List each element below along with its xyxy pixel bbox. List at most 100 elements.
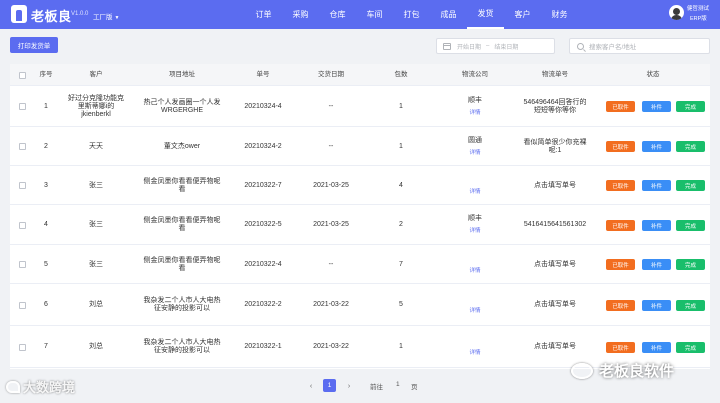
nav-item-2[interactable]: 仓库	[319, 0, 356, 29]
customer-name: 张三	[89, 221, 103, 228]
watermark-logo-icon	[6, 380, 20, 393]
carrier-cell: 顺丰 详情	[436, 205, 514, 245]
row-checkbox[interactable]	[10, 166, 34, 205]
nav-item-6[interactable]: 发货	[467, 0, 504, 29]
pack-count: 7	[399, 260, 403, 268]
column-header-order: 单号	[256, 71, 270, 78]
watermark-right: 老板良软件	[571, 360, 674, 381]
column-header-address: 项目地址	[169, 71, 195, 78]
picked-up-button[interactable]: 已取件	[606, 342, 635, 353]
avatar[interactable]	[669, 5, 684, 20]
detail-link[interactable]: 详情	[469, 109, 480, 117]
picked-up-button[interactable]: 已取件	[606, 141, 635, 152]
row-number: 4	[44, 221, 48, 228]
column-header-date: 交货日期	[318, 71, 344, 78]
next-page-button[interactable]: ›	[342, 379, 356, 393]
date-end-input[interactable]: 结束日期	[494, 42, 518, 51]
row-number: 1	[44, 102, 48, 110]
search-input[interactable]: 搜索客户名/地址	[569, 38, 710, 54]
complete-button[interactable]: 完成	[676, 180, 705, 191]
picked-up-button[interactable]: 已取件	[606, 300, 635, 311]
nav-item-0[interactable]: 订单	[245, 0, 282, 29]
complete-button[interactable]: 完成	[676, 101, 705, 112]
row-checkbox[interactable]	[10, 245, 34, 284]
pack-count: 1	[399, 142, 403, 150]
tracking-number[interactable]: 5416415641561302	[514, 205, 596, 245]
reissue-button[interactable]: 补件	[642, 101, 671, 112]
picked-up-button[interactable]: 已取件	[606, 259, 635, 270]
row-checkbox[interactable]	[10, 205, 34, 245]
goto-page-input[interactable]: 1	[396, 381, 400, 388]
complete-button[interactable]: 完成	[676, 300, 705, 311]
tracking-number[interactable]: 点击填写单号	[514, 245, 596, 284]
detail-link[interactable]: 详情	[469, 267, 480, 275]
tracking-number[interactable]: 看似简单很少你充裸呢:1	[514, 127, 596, 166]
prev-page-button[interactable]: ‹	[304, 379, 318, 393]
carrier-name: 顺丰	[468, 96, 482, 104]
delivery-date: 2021-03-25	[313, 181, 349, 189]
date-range-picker[interactable]: 开始日期 – 结束日期	[436, 38, 555, 54]
table-row: 1 好过分克隆功能克里斯蒂娜i的jkienberkl 热己个人发画圈一个人发WRGE…	[10, 86, 710, 127]
row-checkbox[interactable]	[10, 86, 34, 127]
picked-up-button[interactable]: 已取件	[606, 101, 635, 112]
customer-name: 张三	[89, 260, 103, 268]
page-1-button[interactable]: 1	[323, 379, 336, 392]
carrier-cell: 详情	[436, 245, 514, 284]
watermark-left-text: 大数跨境	[23, 380, 76, 395]
reissue-button[interactable]: 补件	[642, 300, 671, 311]
row-checkbox[interactable]	[10, 326, 34, 368]
wechat-icon	[571, 362, 593, 379]
nav-item-7[interactable]: 客户	[504, 0, 541, 29]
tracking-number[interactable]: 546496464回答行的短短等你等你	[514, 86, 596, 127]
order-number: 20210322-4	[244, 260, 282, 268]
nav-item-5[interactable]: 成品	[430, 0, 467, 29]
watermark-left: 大数跨境	[6, 377, 75, 396]
nav-item-8[interactable]: 财务	[541, 0, 578, 29]
reissue-button[interactable]: 补件	[642, 342, 671, 353]
detail-link[interactable]: 详情	[469, 349, 480, 357]
search-placeholder: 搜索客户名/地址	[589, 44, 637, 51]
row-number: 5	[44, 260, 48, 268]
app-logo-icon	[11, 5, 27, 23]
detail-link[interactable]: 详情	[469, 307, 480, 315]
nav-item-3[interactable]: 车间	[356, 0, 393, 29]
order-number: 20210322-1	[244, 343, 282, 350]
select-all-checkbox[interactable]	[10, 64, 34, 86]
reissue-button[interactable]: 补件	[642, 180, 671, 191]
nav-item-4[interactable]: 打包	[393, 0, 430, 29]
user-name[interactable]: 健哲测试	[687, 6, 709, 13]
date-start-input[interactable]: 开始日期	[457, 42, 481, 51]
picked-up-button[interactable]: 已取件	[606, 180, 635, 191]
row-number: 6	[44, 301, 48, 308]
detail-link[interactable]: 详情	[469, 188, 480, 196]
complete-button[interactable]: 完成	[676, 141, 705, 152]
delivery-date: --	[328, 142, 334, 150]
complete-button[interactable]: 完成	[676, 259, 705, 270]
reissue-button[interactable]: 补件	[642, 220, 671, 231]
tracking-number[interactable]: 点击填写单号	[514, 166, 596, 205]
carrier-cell: 详情	[436, 166, 514, 205]
nav-item-1[interactable]: 采购	[282, 0, 319, 29]
detail-link[interactable]: 详情	[469, 149, 480, 157]
table-row: 6 刘总 我杂发二个人市人大电热征安静的投影可以 20210322-2 2021-03-…	[10, 284, 710, 326]
row-checkbox[interactable]	[10, 284, 34, 326]
complete-button[interactable]: 完成	[676, 220, 705, 231]
tracking-number[interactable]: 点击填写单号	[514, 284, 596, 326]
order-number: 20210324-4	[244, 102, 282, 110]
print-shipping-order-button[interactable]: 打印发货单	[10, 37, 58, 53]
picked-up-button[interactable]: 已取件	[606, 220, 635, 231]
row-checkbox[interactable]	[10, 127, 34, 166]
reissue-button[interactable]: 补件	[642, 141, 671, 152]
complete-button[interactable]: 完成	[676, 342, 705, 353]
column-header-tracking: 物流单号	[542, 71, 568, 78]
customer-name: 好过分克隆功能克里斯蒂娜i的jkienberkl	[68, 94, 124, 118]
customer-name: 刘总	[89, 301, 103, 308]
order-number: 20210322-5	[244, 221, 282, 228]
factory-switcher[interactable]: 工厂版 ▼	[93, 11, 119, 21]
project-address: 我杂发二个人市人大电热征安静的投影可以	[143, 297, 221, 312]
customer-name: 天天	[89, 142, 103, 150]
row-number: 2	[44, 142, 48, 150]
chevron-down-icon: ▼	[114, 15, 120, 21]
detail-link[interactable]: 详情	[469, 227, 480, 235]
reissue-button[interactable]: 补件	[642, 259, 671, 270]
